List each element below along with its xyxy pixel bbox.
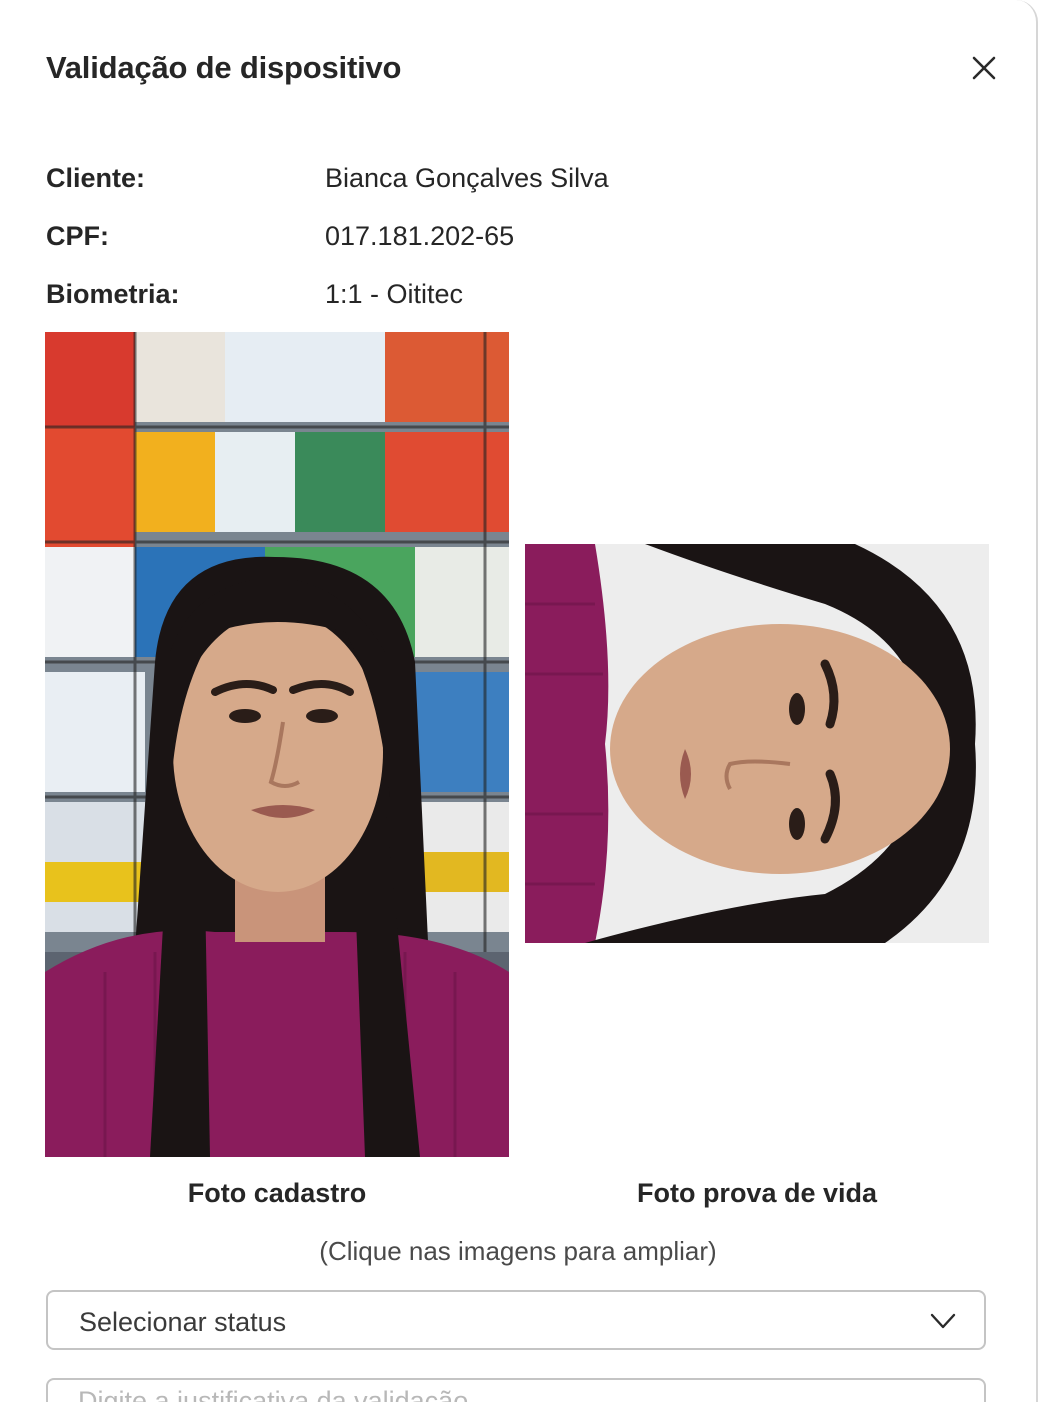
cpf-label: CPF: [46, 221, 109, 251]
biometrics-value: 1:1 - Oititec [325, 279, 464, 309]
liveness-photo-caption: Foto prova de vida [636, 1178, 878, 1208]
justification-field-wrapper [46, 1378, 986, 1402]
close-button[interactable] [966, 50, 1002, 86]
biometrics-label: Biometria: [46, 279, 180, 309]
enlarge-hint: (Clique nas imagens para ampliar) [319, 1236, 717, 1266]
status-select[interactable]: Selecionar status [46, 1290, 986, 1350]
status-select-value: Selecionar status [79, 1307, 287, 1337]
modal-title: Validação de dispositivo [46, 50, 402, 85]
justification-field[interactable] [48, 1380, 984, 1402]
chevron-down-icon [930, 1313, 956, 1329]
client-name-value: Bianca Gonçalves Silva [325, 163, 609, 193]
device-validation-modal: Validação de dispositivo Cliente: Bianca… [0, 0, 1038, 1402]
client-label: Cliente: [46, 163, 146, 193]
liveness-photo[interactable] [525, 544, 989, 943]
registration-photo-caption: Foto cadastro [187, 1178, 367, 1208]
cpf-value: 017.181.202-65 [325, 221, 515, 251]
close-icon [972, 56, 996, 80]
registration-photo[interactable] [45, 332, 509, 1157]
